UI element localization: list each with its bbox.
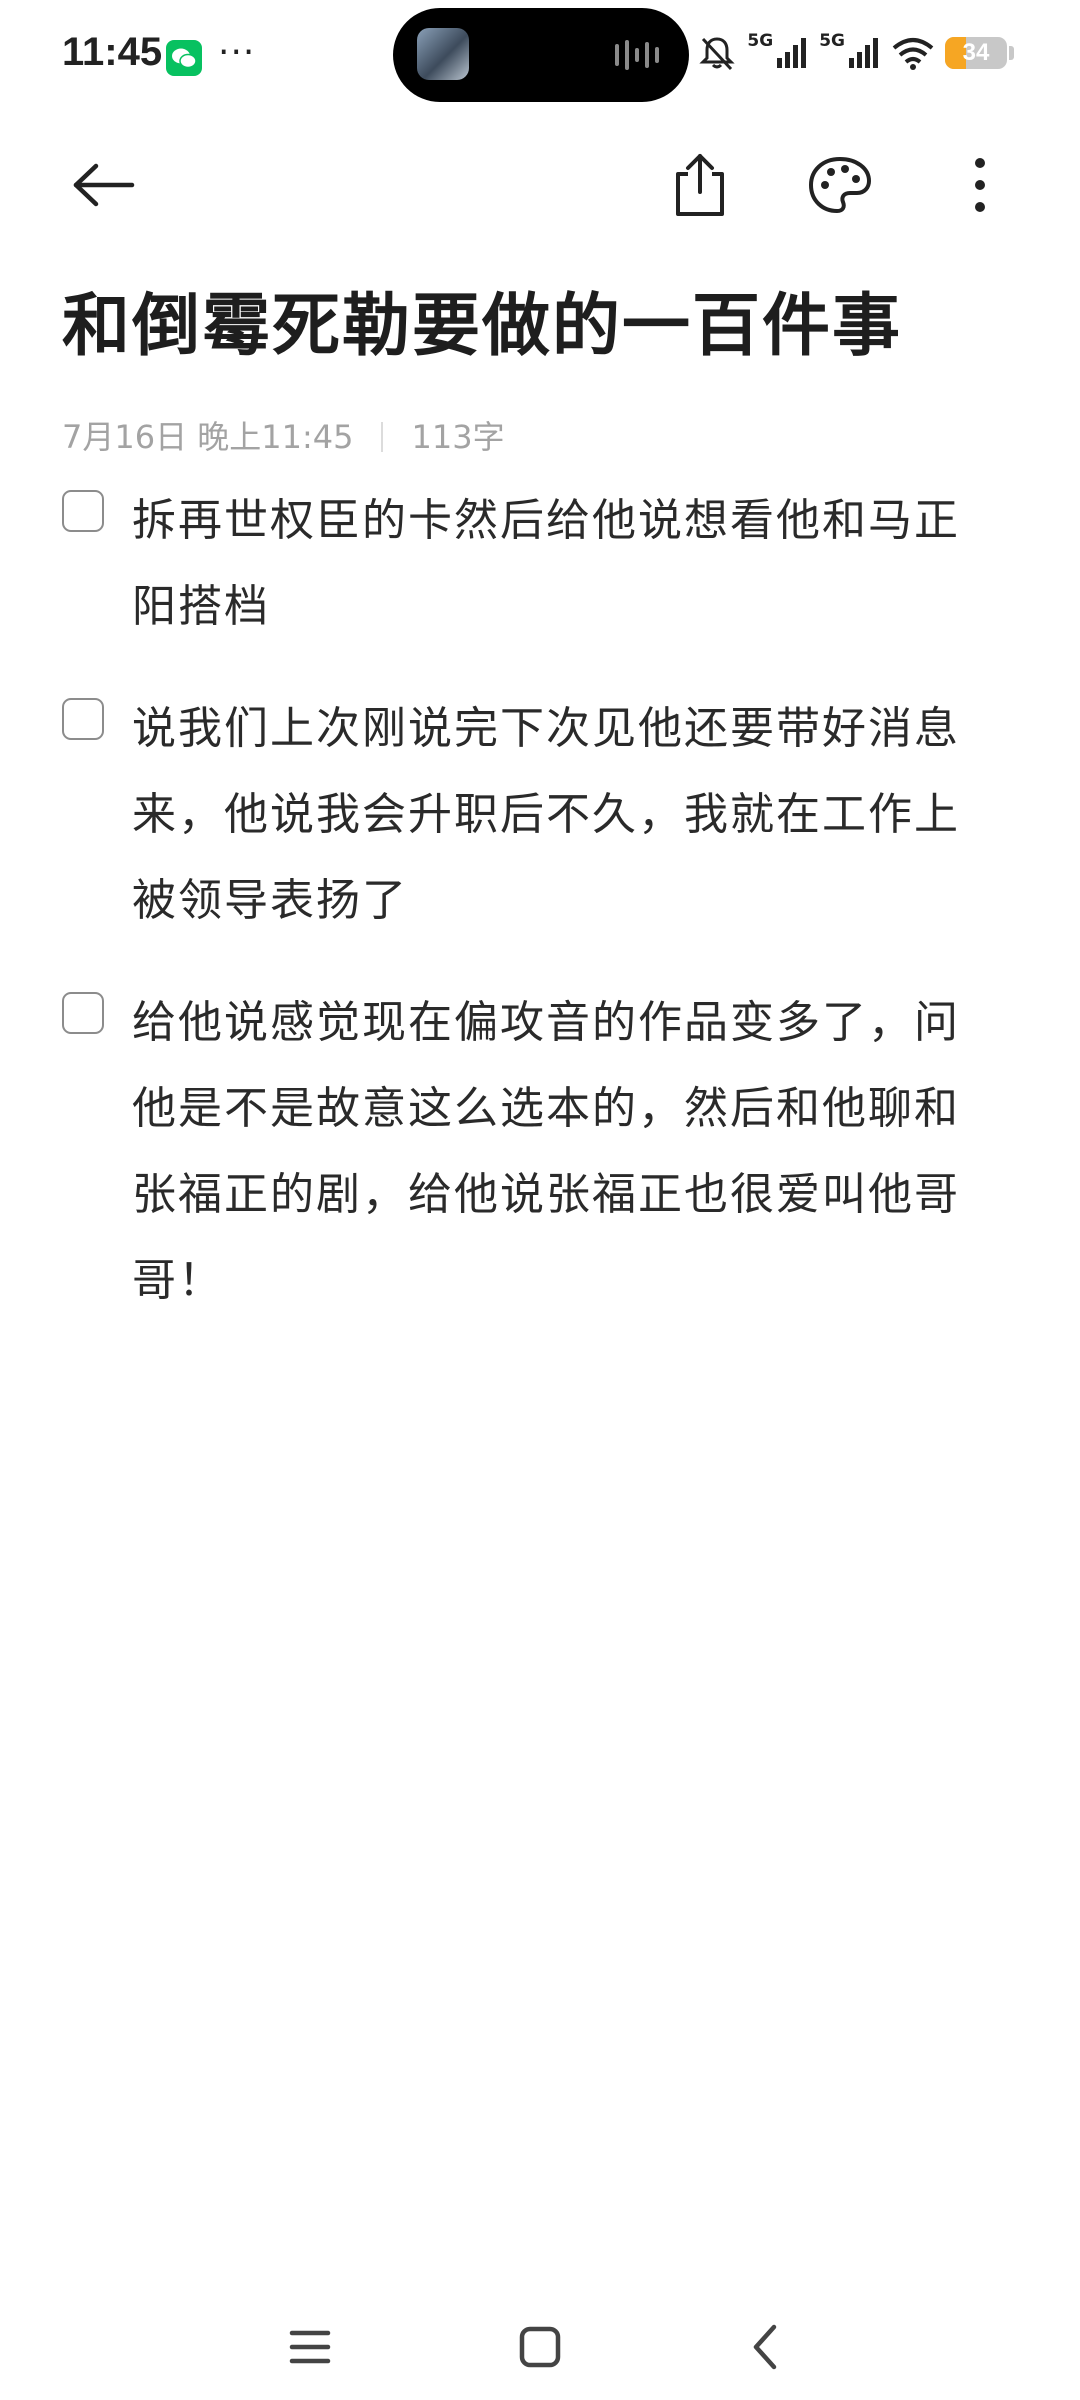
note-title[interactable]: 和倒霉死勒要做的一百件事 (62, 270, 902, 369)
more-options-button[interactable] (935, 140, 1025, 230)
system-back-button[interactable] (725, 2312, 805, 2382)
palette-icon (809, 157, 871, 213)
share-button[interactable] (655, 140, 745, 230)
wifi-icon (892, 38, 934, 70)
checklist-item: 说我们上次刚说完下次见他还要带好消息来，他说我会升职后不久，我就在工作上被领导表… (62, 686, 1002, 944)
checklist-item-text[interactable]: 拆再世权臣的卡然后给他说想看他和马正阳搭档 (132, 478, 1002, 650)
word-count: 113字 (411, 418, 505, 456)
battery-icon: 34 (945, 37, 1007, 69)
note-date: 7月16日 晚上11:45 (62, 418, 354, 456)
checklist-checkbox[interactable] (62, 698, 104, 740)
checklist-item: 拆再世权臣的卡然后给他说想看他和马正阳搭档 (62, 478, 1002, 650)
back-chevron-icon (753, 2324, 777, 2370)
audio-wave-icon (615, 40, 659, 70)
recent-apps-button[interactable] (270, 2312, 350, 2382)
battery-tip (1009, 46, 1014, 60)
network-type-label: 5G (747, 31, 774, 51)
theme-button[interactable] (795, 140, 885, 230)
signal-icon-2 (849, 38, 878, 68)
meta-divider (381, 422, 384, 452)
wechat-icon (166, 40, 202, 76)
checklist-item-text[interactable]: 说我们上次刚说完下次见他还要带好消息来，他说我会升职后不久，我就在工作上被领导表… (132, 686, 1002, 944)
back-arrow-icon (73, 163, 135, 207)
checklist-checkbox[interactable] (62, 992, 104, 1034)
mute-bell-icon (699, 37, 736, 71)
checklist-item: 给他说感觉现在偏攻音的作品变多了，问他是不是故意这么选本的，然后和他聊和张福正的… (62, 980, 1002, 1324)
battery-level-text: 34 (962, 39, 990, 66)
network-type-label-2: 5G (819, 31, 845, 51)
more-vertical-icon (975, 158, 985, 212)
status-time: 11:45 (62, 30, 163, 74)
notification-more-icon: ··· (218, 32, 256, 73)
checklist: 拆再世权臣的卡然后给他说想看他和马正阳搭档 说我们上次刚说完下次见他还要带好消息… (62, 478, 1002, 1360)
checklist-item-text[interactable]: 给他说感觉现在偏攻音的作品变多了，问他是不是故意这么选本的，然后和他聊和张福正的… (132, 980, 1002, 1324)
status-bar: 11:45 ··· 5G 5G 34 (0, 0, 1080, 110)
media-thumbnail (417, 28, 469, 80)
note-toolbar (0, 130, 1080, 240)
signal-icon (777, 38, 807, 68)
home-button[interactable] (500, 2312, 580, 2382)
system-nav-bar (0, 2290, 1080, 2400)
status-indicators: 5G 5G 34 (697, 28, 1014, 78)
home-square-icon (519, 2326, 561, 2368)
note-meta: 7月16日 晚上11:45 113字 (62, 412, 505, 458)
checklist-checkbox[interactable] (62, 490, 104, 532)
back-button[interactable] (58, 140, 148, 230)
share-icon (676, 154, 724, 216)
menu-icon (289, 2330, 331, 2364)
dynamic-island[interactable] (393, 8, 689, 102)
